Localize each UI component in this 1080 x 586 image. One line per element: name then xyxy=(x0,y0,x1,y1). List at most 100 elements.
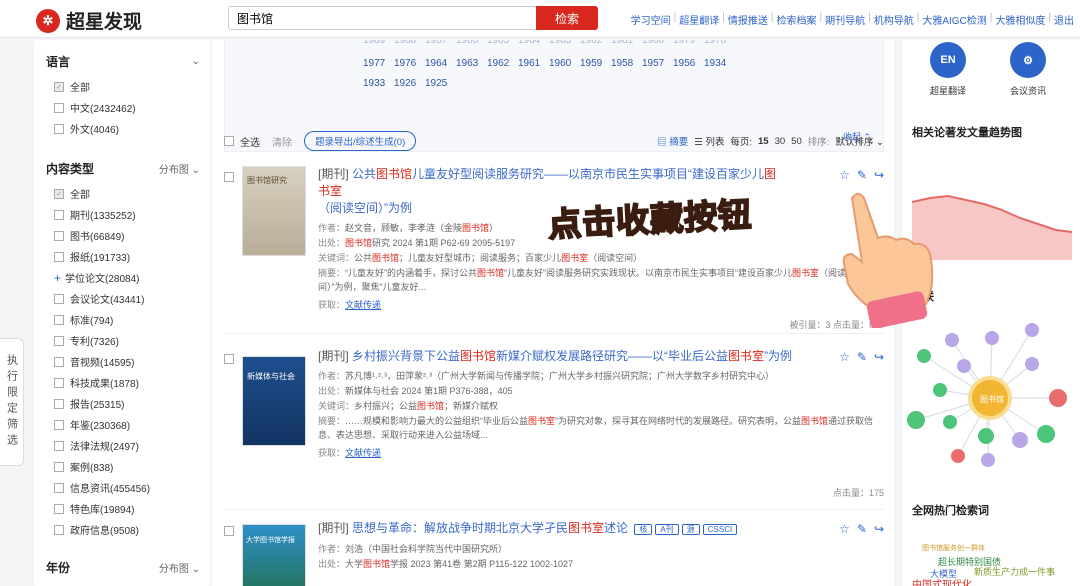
facet-item[interactable]: + 学位论文(28084) xyxy=(34,267,210,288)
year-link[interactable]: 1961 xyxy=(518,58,549,69)
graph-node[interactable] xyxy=(981,453,995,467)
year-link[interactable]: 1956 xyxy=(673,58,704,69)
share-icon[interactable]: ↪ xyxy=(874,522,884,536)
facet-item[interactable]: 外文(4046) xyxy=(34,118,210,139)
facet-item[interactable]: 标准(794) xyxy=(34,309,210,330)
document-delivery-link[interactable]: 文献传递 xyxy=(345,300,381,310)
checkbox-icon[interactable] xyxy=(54,482,64,493)
facet-item[interactable]: 期刊(1335252) xyxy=(34,204,210,225)
nav-info-push[interactable]: 情报推送 xyxy=(728,12,768,27)
per-page-15[interactable]: 15 xyxy=(758,136,769,147)
year-link[interactable]: 1976 xyxy=(394,58,425,69)
graph-node[interactable] xyxy=(933,383,947,397)
search-input[interactable] xyxy=(228,6,536,30)
facet-item[interactable]: ✓ 全部 xyxy=(34,183,210,204)
year-link[interactable]: 1962 xyxy=(487,58,518,69)
expand-plus-icon[interactable]: + xyxy=(54,271,61,285)
nav-journal[interactable]: 期刊导航 xyxy=(825,12,865,27)
facet-item[interactable]: 中文(2432462) xyxy=(34,97,210,118)
view-abstract-button[interactable]: ▤ 摘要 xyxy=(657,134,688,148)
graph-node[interactable] xyxy=(957,359,971,373)
facet-item[interactable]: 科技成果(1878) xyxy=(34,372,210,393)
edit-note-icon[interactable]: ✎ xyxy=(857,522,867,536)
document-delivery-link[interactable]: 文献传递 xyxy=(345,448,381,458)
facet-item[interactable]: 专利(7326) xyxy=(34,330,210,351)
hot-word[interactable]: 新质生产力成一件事 xyxy=(974,565,1055,578)
checkbox-icon[interactable] xyxy=(54,503,64,514)
per-page-50[interactable]: 50 xyxy=(791,136,802,147)
conference-tool[interactable]: ⚙ 会议资讯 xyxy=(998,42,1058,97)
nav-study-space[interactable]: 学习空间 xyxy=(631,12,671,27)
graph-node[interactable] xyxy=(978,428,994,444)
year-link[interactable]: 1963 xyxy=(456,58,487,69)
journal-cover-image[interactable]: 新媒体与社会 xyxy=(242,356,306,446)
logo[interactable]: ✲ 超星发现 xyxy=(36,7,142,34)
checkbox-icon[interactable] xyxy=(54,398,64,409)
facet-item[interactable]: ✓ 全部 xyxy=(34,76,210,97)
graph-node[interactable] xyxy=(1037,425,1055,443)
checkbox-icon[interactable]: ✓ xyxy=(54,81,64,92)
year-link[interactable]: 1984 xyxy=(518,40,549,46)
facet-item[interactable]: 案例(838) xyxy=(34,456,210,477)
favorite-star-icon[interactable]: ☆ xyxy=(839,168,850,182)
nav-similarity[interactable]: 大雅相似度 xyxy=(995,12,1045,27)
checkbox-icon[interactable] xyxy=(54,314,64,325)
facet-language-header[interactable]: 语言 ⌄ xyxy=(34,46,210,76)
nav-institution[interactable]: 机构导航 xyxy=(874,12,914,27)
facet-item[interactable]: 报告(25315) xyxy=(34,393,210,414)
facet-item[interactable]: 会议论文(43441) xyxy=(34,288,210,309)
journal-cover-image[interactable]: 图书馆研究 xyxy=(242,166,306,256)
checkbox-icon[interactable] xyxy=(54,524,64,535)
result-title[interactable]: [期刊] 乡村振兴背景下公益图书馆新媒介赋权发展路径研究——以“毕业后公益图书室… xyxy=(318,348,878,365)
per-page-30[interactable]: 30 xyxy=(775,136,786,147)
year-link[interactable]: 1989 xyxy=(363,40,394,46)
graph-node[interactable] xyxy=(1049,389,1067,407)
year-link[interactable]: 1979 xyxy=(673,40,704,46)
result-checkbox[interactable] xyxy=(224,354,234,364)
view-list-button[interactable]: ☰ 列表 xyxy=(694,134,724,148)
facet-year-header[interactable]: 年份 分布图 ⌄ xyxy=(34,552,210,582)
checkbox-icon[interactable] xyxy=(54,123,64,134)
year-link[interactable]: 1925 xyxy=(425,78,456,89)
exec-filter-tab[interactable]: 执行限定筛选 xyxy=(0,338,24,466)
year-link[interactable]: 1987 xyxy=(425,40,456,46)
facet-item[interactable]: 特色库(19894) xyxy=(34,498,210,519)
result-checkbox[interactable] xyxy=(224,526,234,536)
checkbox-icon[interactable] xyxy=(54,251,64,262)
hot-word[interactable]: 图书馆服务创一群体 xyxy=(922,543,985,553)
nav-search-archive[interactable]: 检索档案 xyxy=(777,12,817,27)
checkbox-icon[interactable] xyxy=(54,230,64,241)
checkbox-icon[interactable] xyxy=(54,377,64,388)
facet-item[interactable]: 报纸(191733) xyxy=(34,246,210,267)
year-link[interactable]: 1981 xyxy=(611,40,642,46)
edit-note-icon[interactable]: ✎ xyxy=(857,168,867,182)
year-link[interactable]: 1964 xyxy=(425,58,456,69)
checkbox-icon[interactable] xyxy=(54,209,64,220)
hot-word[interactable]: 中国式现代化 xyxy=(912,576,972,586)
favorite-star-icon[interactable]: ☆ xyxy=(839,522,850,536)
graph-node[interactable] xyxy=(1025,323,1039,337)
year-link[interactable]: 1957 xyxy=(642,58,673,69)
select-all-checkbox[interactable] xyxy=(224,136,234,146)
export-button[interactable]: 题录导出/综述生成(0) xyxy=(304,131,417,151)
facet-item[interactable]: 法律法规(2497) xyxy=(34,435,210,456)
facet-type-chart-link[interactable]: 分布图 ⌄ xyxy=(159,161,200,176)
chevron-down-icon[interactable]: ⌄ xyxy=(192,56,200,67)
facet-item[interactable]: 政府信息(9508) xyxy=(34,519,210,540)
checkbox-icon[interactable] xyxy=(54,293,64,304)
facet-item[interactable]: 年鉴(230368) xyxy=(34,414,210,435)
year-link[interactable]: 1960 xyxy=(549,58,580,69)
facet-year-chart-link[interactable]: 分布图 ⌄ xyxy=(159,560,200,575)
year-link[interactable]: 1988 xyxy=(394,40,425,46)
checkbox-icon[interactable] xyxy=(54,102,64,113)
graph-node[interactable] xyxy=(1025,357,1039,371)
nav-logout[interactable]: 退出 xyxy=(1054,12,1074,27)
graph-node[interactable] xyxy=(907,411,925,429)
year-link[interactable]: 1977 xyxy=(363,58,394,69)
checkbox-icon[interactable]: ✓ xyxy=(54,188,64,199)
favorite-star-icon[interactable]: ☆ xyxy=(839,350,850,364)
nav-aigc[interactable]: 大雅AIGC检测 xyxy=(922,12,986,27)
share-icon[interactable]: ↪ xyxy=(874,168,884,182)
year-link[interactable]: 1959 xyxy=(580,58,611,69)
year-link[interactable]: 1958 xyxy=(611,58,642,69)
